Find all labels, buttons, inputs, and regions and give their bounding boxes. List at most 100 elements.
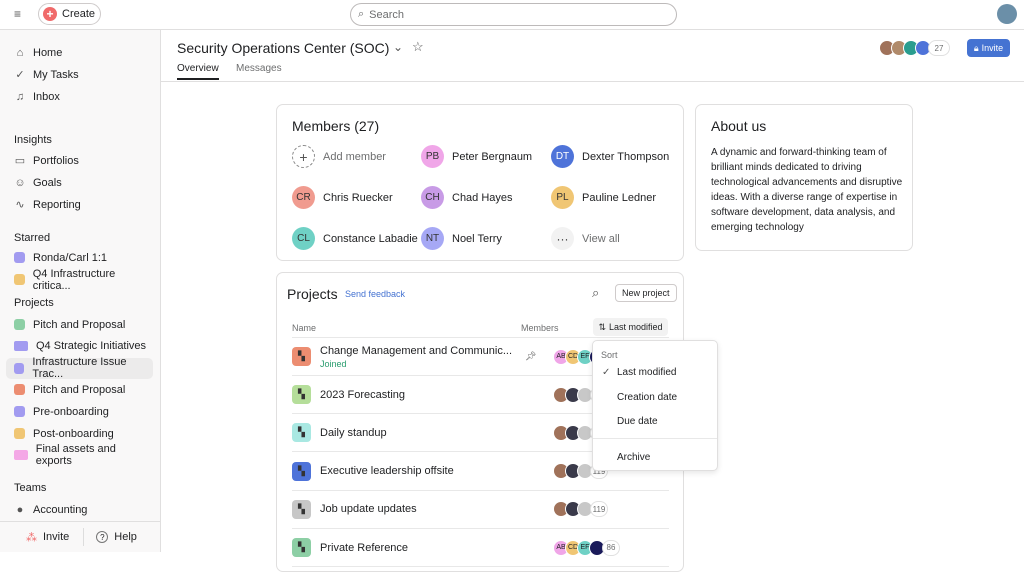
avatar: DT	[551, 145, 574, 168]
new-project-button[interactable]: New project	[615, 284, 677, 302]
project-icon: ▚	[292, 423, 311, 443]
user-avatar[interactable]	[997, 4, 1017, 24]
sidebar-item-label: Inbox	[33, 90, 60, 103]
sidebar-item-pitch-and-proposal[interactable]: Pitch and Proposal	[6, 379, 153, 400]
invite-button[interactable]: ⁂ Invite	[26, 531, 69, 544]
sidebar-heading: Insights	[14, 134, 52, 146]
more-icon: ···	[551, 227, 574, 250]
project-color-icon	[14, 406, 25, 418]
add-member-label: Add member	[323, 150, 386, 163]
sidebar-item-goals[interactable]: ☺ Goals	[6, 172, 153, 193]
avatar: CR	[292, 186, 315, 209]
asana-logo-icon: ⁂	[26, 531, 37, 544]
search-input[interactable]: ⌕ Search	[350, 3, 677, 26]
sidebar-item-label: Ronda/Carl 1:1	[33, 251, 107, 264]
sidebar-item-q4-infrastructure-critica[interactable]: Q4 Infrastructure critica...	[6, 268, 153, 292]
add-member-button[interactable]: + Add member	[292, 145, 386, 168]
project-row[interactable]: ▚ Job update updates 119	[292, 491, 669, 529]
project-color-icon	[14, 384, 25, 396]
help-button[interactable]: ? Help	[96, 531, 137, 543]
folder-icon: ▭	[14, 155, 26, 167]
project-row[interactable]: ▚ Private Reference AB CD EF 86	[292, 529, 669, 567]
about-title: About us	[711, 118, 767, 134]
member-peter-bergnaum[interactable]: PB Peter Bergnaum	[421, 145, 532, 168]
sidebar-item-reporting[interactable]: ∿ Reporting	[6, 194, 153, 215]
project-color-icon	[14, 274, 25, 285]
member-name: Dexter Thompson	[582, 150, 670, 163]
member-name: Chad Hayes	[452, 191, 513, 204]
sidebar-item-ronda-carl-1-1[interactable]: Ronda/Carl 1:1	[6, 247, 153, 268]
sidebar-item-post-onboarding[interactable]: Post-onboarding	[6, 423, 153, 444]
sidebar-item-pitch-and-proposal[interactable]: Pitch and Proposal	[6, 314, 153, 335]
invite-button[interactable]: 🔒︎ Invite	[967, 39, 1010, 57]
sort-icon: ⇅	[598, 321, 606, 332]
project-name: Daily standup	[320, 426, 387, 439]
search-icon[interactable]: ⌕	[592, 285, 599, 301]
pin-icon: 📌︎	[525, 351, 537, 361]
sidebar-heading: Starred	[14, 232, 51, 244]
project-name-block: Executive leadership offsite	[320, 465, 525, 477]
sidebar-item-pre-onboarding[interactable]: Pre-onboarding	[6, 401, 153, 422]
sort-dropdown: Sort ✓ Last modified Creation date Due d…	[592, 340, 718, 471]
sidebar-item-my-tasks[interactable]: ✓ My Tasks	[6, 64, 153, 85]
sidebar-item-label: Reporting	[33, 198, 81, 211]
project-icon: ▚	[292, 385, 311, 405]
member-name: Peter Bergnaum	[452, 150, 533, 163]
create-button[interactable]: + Create	[38, 3, 101, 25]
chevron-down-icon[interactable]: ⌄	[393, 40, 403, 54]
page-header: Security Operations Center (SOC) ⌄ ☆ Ove…	[161, 30, 1024, 82]
invite-label: Invite	[981, 43, 1004, 53]
member-constance-labadie[interactable]: CL Constance Labadie	[292, 227, 418, 250]
sort-option-creation-date[interactable]: Creation date	[617, 392, 677, 403]
sidebar-item-label: Accounting	[33, 503, 88, 516]
member-chris-ruecker[interactable]: CR Chris Ruecker	[292, 186, 393, 209]
sidebar-item-label: Pitch and Proposal	[33, 318, 126, 331]
tab-overview[interactable]: Overview	[177, 63, 219, 80]
sidebar-item-home[interactable]: ⌂ Home	[6, 42, 153, 63]
member-count: 27	[928, 40, 950, 56]
send-feedback-link[interactable]: Send feedback	[345, 289, 405, 299]
create-label: Create	[62, 8, 96, 20]
member-dexter-thompson[interactable]: DT Dexter Thompson	[551, 145, 669, 168]
sort-button[interactable]: ⇅ Last modified	[593, 318, 668, 336]
project-members[interactable]: 119	[553, 501, 608, 518]
sidebar-item-final-assets-and-exports[interactable]: Final assets and exports	[6, 443, 153, 467]
sidebar-item-portfolios[interactable]: ▭ Portfolios	[6, 150, 153, 171]
sidebar-heading: Projects	[14, 297, 54, 309]
member-count: 86	[602, 539, 620, 556]
sidebar-item-infrastructure-issue-trac[interactable]: Infrastructure Issue Trac...	[6, 356, 153, 380]
chart-line-icon: ∿	[15, 199, 25, 211]
archive-option[interactable]: Archive	[617, 452, 650, 463]
person-icon: ☺	[14, 176, 26, 189]
star-icon[interactable]: ☆	[412, 39, 424, 55]
hamburger-menu-icon[interactable]: ≡	[14, 7, 21, 21]
member-pauline-ledner[interactable]: PL Pauline Ledner	[551, 186, 656, 209]
sidebar-item-label: Goals	[33, 176, 62, 189]
project-name: Change Management and Communic...	[320, 344, 512, 357]
team-icon: ●	[16, 503, 24, 516]
member-noel-terry[interactable]: NT Noel Terry	[421, 227, 502, 250]
project-members[interactable]: ABCDEF86	[553, 539, 620, 556]
sidebar-item-inbox[interactable]: ♫ Inbox	[6, 86, 153, 107]
project-name: Job update updates	[320, 503, 417, 516]
folder-icon	[14, 450, 28, 461]
project-icon: ▚	[292, 347, 311, 366]
top-bar: ≡ + Create ⌕ Search	[0, 0, 1024, 30]
view-all-button[interactable]: ··· View all	[551, 227, 620, 250]
member-name: Pauline Ledner	[582, 191, 657, 204]
member-name: Constance Labadie	[323, 232, 418, 245]
plus-icon: +	[43, 7, 57, 21]
sort-option-last-modified[interactable]: Last modified	[617, 367, 676, 378]
sidebar-item-label: Post-onboarding	[33, 427, 114, 440]
column-header-members: Members	[521, 323, 559, 333]
sidebar-item-label: Q4 Strategic Initiatives	[36, 340, 147, 353]
divider	[83, 528, 85, 546]
sidebar-item-q4-strategic-initiatives[interactable]: Q4 Strategic Initiatives	[6, 336, 153, 357]
member-avatars[interactable]: 27	[879, 40, 950, 56]
tab-messages[interactable]: Messages	[236, 63, 282, 74]
sidebar-item-label: Pre-onboarding	[33, 405, 109, 418]
project-icon: ▚	[292, 538, 311, 557]
sort-option-due-date[interactable]: Due date	[617, 416, 658, 427]
sidebar-item-accounting[interactable]: ● Accounting	[6, 499, 153, 520]
member-chad-hayes[interactable]: CH Chad Hayes	[421, 186, 513, 209]
